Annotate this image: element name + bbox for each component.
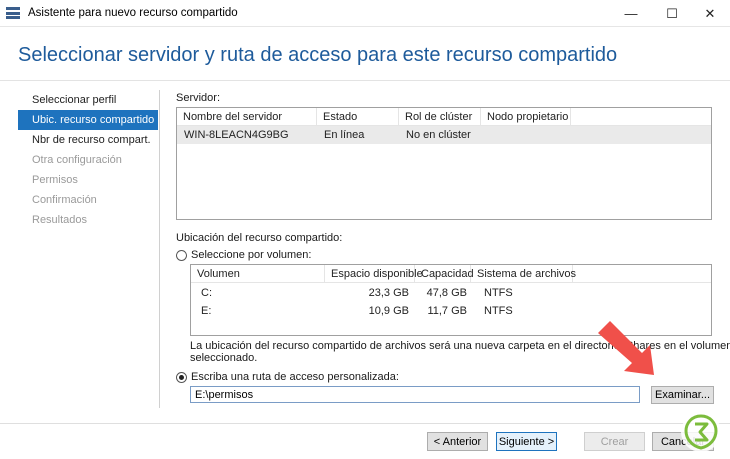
server-status-cell: En línea <box>324 129 365 141</box>
custom-path-radio[interactable] <box>176 372 187 383</box>
custom-path-label[interactable]: Escriba una ruta de acceso personalizada… <box>191 371 399 383</box>
capacity-cell: 47,8 GB <box>426 287 467 299</box>
nav-item-nombre-recurso[interactable]: Nbr de recurso compart. <box>18 130 158 150</box>
server-name-cell: WIN-8LEACN4G9BG <box>184 129 289 141</box>
create-button: Crear <box>584 432 645 451</box>
server-row[interactable]: WIN-8LEACN4G9BG En línea No en clúster <box>177 126 711 144</box>
volume-cell: C: <box>201 287 212 299</box>
volume-row[interactable]: C: 23,3 GB 47,8 GB NTFS <box>191 284 711 302</box>
custom-path-input[interactable] <box>190 386 640 403</box>
column-header-filesystem[interactable]: Sistema de archivos <box>471 265 576 283</box>
header-divider <box>0 80 730 81</box>
capacity-cell: 11,7 GB <box>427 305 467 317</box>
column-header-server-name[interactable]: Nombre del servidor <box>177 108 317 126</box>
select-by-volume-radio[interactable] <box>176 250 187 261</box>
column-header-cluster-role[interactable]: Rol de clúster <box>399 108 481 126</box>
column-header-capacity[interactable]: Capacidad <box>415 265 474 283</box>
column-header-owner-node[interactable]: Nodo propietario <box>481 108 571 126</box>
filesystem-cell: NTFS <box>484 305 513 317</box>
next-button[interactable]: Siguiente > <box>496 432 557 451</box>
location-label: Ubicación del recurso compartido: <box>176 232 343 244</box>
window-title: Asistente para nuevo recurso compartido <box>28 7 238 19</box>
maximize-button[interactable]: ☐ <box>652 0 692 27</box>
nav-item-permisos: Permisos <box>32 174 78 186</box>
page-title: Seleccionar servidor y ruta de acceso pa… <box>18 44 618 66</box>
wizard-steps-nav: Seleccionar perfil Ubic. recurso compart… <box>18 90 158 230</box>
nav-item-ubicacion[interactable]: Ubic. recurso compartido <box>18 110 158 130</box>
server-manager-icon <box>6 7 20 19</box>
minimize-button[interactable]: — <box>611 0 651 27</box>
column-header-free-space[interactable]: Espacio disponible <box>325 265 423 283</box>
volume-cell: E: <box>201 305 212 317</box>
select-by-volume-label[interactable]: Seleccione por volumen: <box>191 249 311 261</box>
nav-item-confirmacion: Confirmación <box>32 194 97 206</box>
footer-divider <box>0 423 730 424</box>
close-button[interactable]: ✕ <box>690 0 730 27</box>
free-space-cell: 10,9 GB <box>368 305 409 317</box>
server-label: Servidor: <box>176 92 221 104</box>
back-button[interactable]: < Anterior <box>427 432 488 451</box>
watermark-logo <box>681 412 721 452</box>
free-space-cell: 23,3 GB <box>368 287 409 299</box>
server-table-header: Nombre del servidor Estado Rol de clúste… <box>177 108 711 126</box>
location-note-line2: seleccionado. <box>190 352 258 364</box>
server-role-cell: No en clúster <box>406 129 471 141</box>
pointer-arrow-icon <box>598 321 654 375</box>
nav-item-seleccionar-perfil[interactable]: Seleccionar perfil <box>18 90 158 110</box>
title-bar: Asistente para nuevo recurso compartido … <box>0 0 730 27</box>
browse-button[interactable]: Examinar... <box>651 386 714 404</box>
nav-item-resultados: Resultados <box>32 214 88 226</box>
nav-item-otra-configuracion: Otra configuración <box>32 154 122 166</box>
filesystem-cell: NTFS <box>484 287 513 299</box>
column-header-status[interactable]: Estado <box>317 108 399 126</box>
nav-divider <box>159 90 160 408</box>
server-table[interactable]: Nombre del servidor Estado Rol de clúste… <box>176 107 712 220</box>
volume-table-header: Volumen Espacio disponible Capacidad Sis… <box>191 265 711 283</box>
column-header-volume[interactable]: Volumen <box>191 265 325 283</box>
